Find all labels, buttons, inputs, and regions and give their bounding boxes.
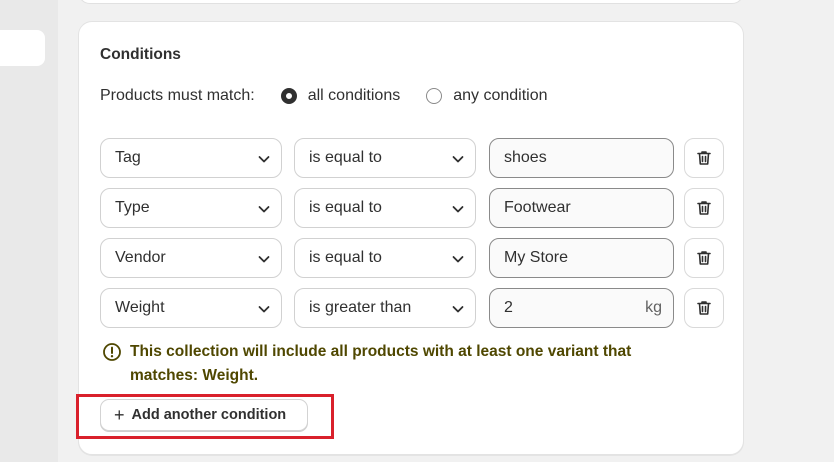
warning-banner: This collection will include all product… — [102, 340, 692, 388]
chevron-down-icon — [258, 306, 270, 313]
radio-any-condition[interactable]: any condition — [426, 87, 548, 105]
value-input-text: Footwear — [504, 199, 571, 216]
value-input[interactable]: My Store — [489, 238, 674, 278]
field-select[interactable]: Vendor — [100, 238, 282, 278]
background-sidebar-card — [0, 30, 45, 66]
background-sidebar — [0, 0, 58, 462]
field-select[interactable]: Type — [100, 188, 282, 228]
radio-button-unchecked[interactable] — [426, 88, 443, 104]
field-select-value: Tag — [115, 149, 141, 166]
operator-select-value: is greater than — [309, 299, 412, 316]
match-selector: Products must match: all conditions any … — [100, 85, 574, 107]
chevron-down-icon — [452, 206, 464, 213]
operator-select-value: is equal to — [309, 149, 382, 166]
value-input[interactable]: Footwear — [489, 188, 674, 228]
radio-button-checked[interactable] — [280, 88, 297, 104]
operator-select[interactable]: is equal to — [294, 238, 476, 278]
delete-condition-button[interactable] — [684, 238, 724, 278]
operator-select[interactable]: is equal to — [294, 138, 476, 178]
trash-icon — [697, 251, 711, 265]
delete-condition-button[interactable] — [684, 288, 724, 328]
operator-select[interactable]: is greater than — [294, 288, 476, 328]
operator-select[interactable]: is equal to — [294, 188, 476, 228]
chevron-down-icon — [452, 156, 464, 163]
operator-select-value: is equal to — [309, 199, 382, 216]
trash-icon — [697, 301, 711, 315]
previous-card — [78, 0, 744, 4]
condition-row: Tag is equal to shoes — [100, 138, 724, 178]
chevron-down-icon — [258, 256, 270, 263]
radio-label-all: all conditions — [307, 87, 401, 104]
chevron-down-icon — [258, 206, 270, 213]
delete-condition-button[interactable] — [684, 138, 724, 178]
field-select-value: Vendor — [115, 249, 166, 266]
chevron-down-icon — [452, 256, 464, 263]
condition-row: Vendor is equal to My Store — [100, 238, 724, 278]
warning-text-line: matches: Weight. — [130, 367, 259, 384]
value-input[interactable]: shoes — [489, 138, 674, 178]
highlight-annotation — [76, 394, 334, 439]
value-input-text: shoes — [504, 149, 547, 166]
match-label: Products must match: — [100, 87, 255, 104]
warning-text-line: This collection will include all product… — [130, 343, 632, 360]
condition-row: Type is equal to Footwear — [100, 188, 724, 228]
value-input-text: 2 — [504, 299, 513, 316]
delete-condition-button[interactable] — [684, 188, 724, 228]
value-suffix: kg — [645, 299, 662, 316]
condition-row: Weight is greater than 2 kg — [100, 288, 724, 328]
value-input[interactable]: 2 kg — [489, 288, 674, 328]
chevron-down-icon — [452, 306, 464, 313]
operator-select-value: is equal to — [309, 249, 382, 266]
warning-text: This collection will include all product… — [130, 340, 631, 388]
card-title: Conditions — [100, 46, 181, 63]
conditions-card: Conditions Products must match: all cond… — [78, 21, 744, 455]
radio-all-conditions[interactable]: all conditions — [280, 87, 401, 105]
chevron-down-icon — [258, 156, 270, 163]
alert-circle-icon — [103, 343, 121, 361]
field-select[interactable]: Weight — [100, 288, 282, 328]
field-select-value: Weight — [115, 299, 165, 316]
trash-icon — [697, 201, 711, 215]
field-select[interactable]: Tag — [100, 138, 282, 178]
value-input-text: My Store — [504, 249, 569, 266]
trash-icon — [697, 151, 711, 165]
field-select-value: Type — [115, 199, 150, 216]
radio-label-any: any condition — [453, 87, 548, 104]
